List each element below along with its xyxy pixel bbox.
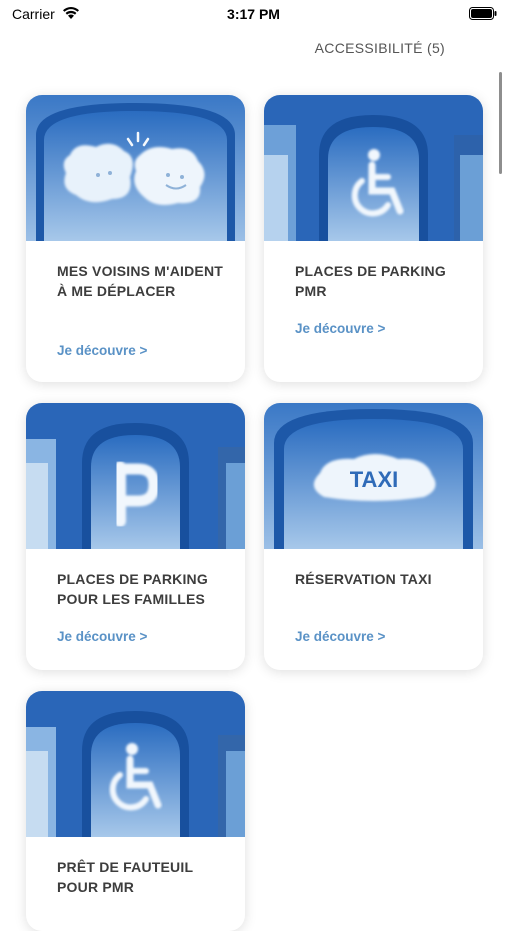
page-title: ACCESSIBILITÉ (5) [314, 40, 445, 56]
card-title: MES VOISINS M'AIDENT À ME DÉPLACER [57, 263, 224, 299]
card-parking-pmr[interactable]: PLACES DE PARKING PMR Je découvre > [264, 95, 483, 382]
status-bar: Carrier 3:17 PM [0, 0, 507, 30]
card-title: PRÊT DE FAUTEUIL POUR PMR [57, 859, 193, 895]
taxi-label: TAXI [350, 467, 398, 492]
card-parking-familles[interactable]: PLACES DE PARKING POUR LES FAMILLES Je d… [26, 403, 245, 670]
card-image: TAXI [264, 403, 483, 549]
discover-link[interactable]: Je découvre > [57, 343, 147, 358]
battery-icon [469, 7, 497, 20]
discover-link[interactable]: Je découvre > [57, 629, 147, 644]
card-image [26, 403, 245, 549]
card-reservation-taxi[interactable]: TAXI RÉSERVATION TAXI Je découvre > [264, 403, 483, 670]
card-image [26, 95, 245, 241]
card-pret-fauteuil[interactable]: PRÊT DE FAUTEUIL POUR PMR [26, 691, 245, 931]
card-image [26, 691, 245, 837]
card-mes-voisins[interactable]: MES VOISINS M'AIDENT À ME DÉPLACER Je dé… [26, 95, 245, 382]
card-title: PLACES DE PARKING POUR LES FAMILLES [57, 571, 208, 607]
card-image [264, 95, 483, 241]
scrollbar[interactable] [499, 72, 502, 174]
card-title: PLACES DE PARKING PMR [295, 263, 446, 299]
discover-link[interactable]: Je découvre > [295, 629, 385, 644]
card-title: RÉSERVATION TAXI [295, 571, 432, 587]
clock: 3:17 PM [227, 6, 280, 22]
discover-link[interactable]: Je découvre > [295, 321, 385, 336]
